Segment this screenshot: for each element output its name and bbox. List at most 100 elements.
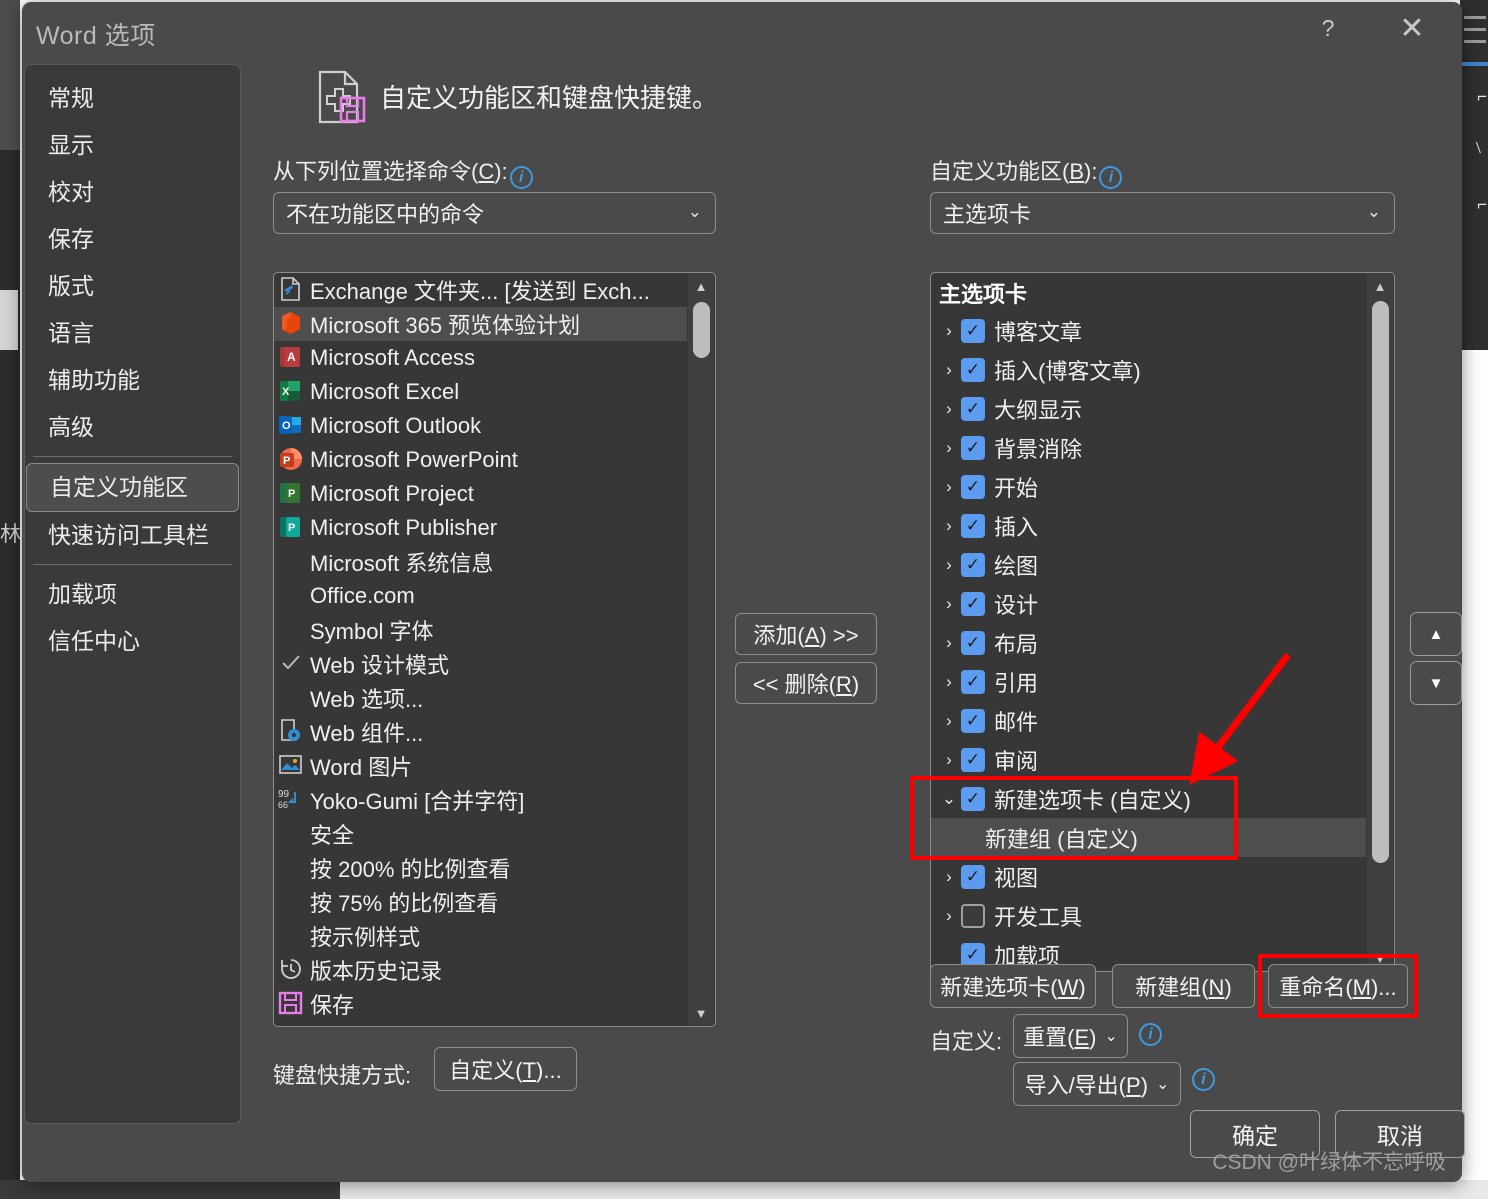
command-list-item[interactable]: P Microsoft PowerPoint: [274, 443, 687, 477]
ribbon-tree-item[interactable]: › ✓ 设计: [931, 584, 1366, 623]
ribbon-tree-item[interactable]: › ✓ 插入: [931, 506, 1366, 545]
command-list-item[interactable]: Web 组件...: [274, 715, 687, 749]
move-down-button[interactable]: ▼: [1410, 661, 1462, 705]
remove-button[interactable]: << 删除(R): [735, 662, 877, 704]
ribbon-tree-item[interactable]: › ✓ 开始: [931, 467, 1366, 506]
chevron-right-icon[interactable]: ›: [937, 516, 961, 536]
chevron-right-icon[interactable]: ›: [937, 750, 961, 770]
customize-keyboard-button[interactable]: 自定义(T)...: [434, 1047, 577, 1091]
command-list-item[interactable]: 版本历史记录: [274, 953, 687, 987]
sidebar-item-6[interactable]: 辅助功能: [25, 357, 240, 404]
command-list-item[interactable]: P Microsoft Publisher: [274, 511, 687, 545]
tree-item-checkbox[interactable]: ✓: [961, 513, 985, 538]
command-list-item[interactable]: Exchange 文件夹... [发送到 Exch...: [274, 273, 687, 307]
ribbon-tree-item[interactable]: › ✓ 插入(博客文章): [931, 350, 1366, 389]
tree-item-checkbox[interactable]: ✓: [961, 747, 985, 772]
tree-item-checkbox[interactable]: ✓: [961, 318, 985, 343]
command-list-item[interactable]: Symbol 字体: [274, 613, 687, 647]
chevron-right-icon[interactable]: ›: [937, 477, 961, 497]
chevron-right-icon[interactable]: ›: [937, 711, 961, 731]
ribbon-tree-item[interactable]: › ✓ 视图: [931, 857, 1366, 896]
command-list-item[interactable]: Microsoft 系统信息: [274, 545, 687, 579]
command-list-item[interactable]: Web 设计模式: [274, 647, 687, 681]
ribbon-tree-item[interactable]: › ✓ 博客文章: [931, 311, 1366, 350]
right-list-scrollbar[interactable]: ▲ ▼: [1367, 274, 1393, 970]
new-tab-button[interactable]: 新建选项卡(W): [930, 964, 1096, 1008]
sidebar-item-9[interactable]: 快速访问工具栏: [25, 512, 240, 559]
help-icon[interactable]: ?: [1306, 8, 1350, 48]
sidebar-item-5[interactable]: 语言: [25, 310, 240, 357]
ribbon-tree-item[interactable]: › ✓ 背景消除: [931, 428, 1366, 467]
chevron-right-icon[interactable]: ›: [937, 399, 961, 419]
rename-button[interactable]: 重命名(M)...: [1268, 964, 1408, 1008]
chevron-right-icon[interactable]: ›: [937, 321, 961, 341]
command-list-item[interactable]: Office.com: [274, 579, 687, 613]
info-icon-left[interactable]: i: [509, 166, 533, 189]
move-up-button[interactable]: ▲: [1410, 612, 1462, 656]
scroll-up-icon[interactable]: ▲: [688, 274, 714, 298]
chevron-right-icon[interactable]: ›: [937, 906, 961, 926]
ribbon-tree-item[interactable]: 新建组 (自定义): [931, 818, 1366, 857]
command-list-item[interactable]: Word 图片: [274, 749, 687, 783]
ribbon-scope-dropdown[interactable]: 主选项卡 ⌄: [930, 192, 1395, 234]
command-list-item[interactable]: A Microsoft Access: [274, 341, 687, 375]
info-icon-reset[interactable]: i: [1139, 1023, 1162, 1046]
command-source-dropdown[interactable]: 不在功能区中的命令 ⌄: [273, 192, 716, 234]
tree-item-checkbox[interactable]: ✓: [961, 435, 985, 460]
command-list-item[interactable]: 安全: [274, 817, 687, 851]
chevron-right-icon[interactable]: ›: [937, 867, 961, 887]
tree-item-checkbox[interactable]: ✓: [961, 396, 985, 421]
chevron-right-icon[interactable]: ›: [937, 360, 961, 380]
tree-item-checkbox[interactable]: ✓: [961, 591, 985, 616]
sidebar-item-11[interactable]: 信任中心: [25, 618, 240, 665]
tree-item-checkbox[interactable]: ✓: [961, 864, 985, 889]
new-group-button[interactable]: 新建组(N): [1112, 964, 1255, 1008]
ribbon-tree-item[interactable]: › ✓ 布局: [931, 623, 1366, 662]
import-export-button[interactable]: 导入/导出(P) ⌄: [1013, 1062, 1181, 1106]
tree-item-checkbox[interactable]: ✓: [961, 630, 985, 655]
command-list-item[interactable]: 按 200% 的比例查看: [274, 851, 687, 885]
chevron-right-icon[interactable]: ›: [937, 633, 961, 653]
scroll-down-icon[interactable]: ▼: [688, 1001, 714, 1025]
tree-item-checkbox[interactable]: ✓: [961, 786, 985, 811]
command-list-item[interactable]: Microsoft 365 预览体验计划: [274, 307, 687, 341]
command-list-item[interactable]: P Microsoft Project: [274, 477, 687, 511]
command-list-item[interactable]: 99 66 Yoko-Gumi [合并字符]: [274, 783, 687, 817]
ribbon-tree-item[interactable]: › ✓ 邮件: [931, 701, 1366, 740]
tree-item-checkbox[interactable]: ✓: [961, 552, 985, 577]
tree-item-checkbox[interactable]: ✓: [961, 942, 985, 967]
sidebar-item-10[interactable]: 加载项: [25, 571, 240, 618]
chevron-right-icon[interactable]: ›: [937, 555, 961, 575]
tree-item-checkbox[interactable]: ✓: [961, 708, 985, 733]
left-scroll-thumb[interactable]: [693, 302, 710, 358]
info-icon-import[interactable]: i: [1192, 1068, 1215, 1091]
tree-item-checkbox[interactable]: ✓: [961, 357, 985, 382]
tree-item-checkbox[interactable]: ✓: [961, 474, 985, 499]
ribbon-tree-item[interactable]: › ✓ 绘图: [931, 545, 1366, 584]
command-list-item[interactable]: Web 选项...: [274, 681, 687, 715]
sidebar-item-3[interactable]: 保存: [25, 216, 240, 263]
chevron-right-icon[interactable]: ›: [937, 672, 961, 692]
tree-item-checkbox[interactable]: ✓: [961, 669, 985, 694]
command-list-item[interactable]: 按 75% 的比例查看: [274, 885, 687, 919]
ribbon-tabs-tree[interactable]: 主选项卡 › ✓ 博客文章 › ✓ 插入(博客文章) › ✓ 大纲显示 › ✓ 背景消除 › ✓ 开始 › ✓ 插…: [930, 272, 1395, 972]
sidebar-item-8[interactable]: 自定义功能区: [26, 463, 239, 512]
close-icon[interactable]: ✕: [1390, 8, 1434, 48]
ribbon-tree-item[interactable]: ⌄ ✓ 新建选项卡 (自定义): [931, 779, 1366, 818]
ribbon-tree-item[interactable]: ›✓ 开发工具: [931, 896, 1366, 935]
scroll-up-icon-right[interactable]: ▲: [1367, 274, 1393, 298]
tree-item-checkbox[interactable]: ✓: [961, 903, 985, 928]
ribbon-tree-item[interactable]: › ✓ 引用: [931, 662, 1366, 701]
add-button[interactable]: 添加(A) >>: [735, 613, 877, 655]
sidebar-item-0[interactable]: 常规: [25, 75, 240, 122]
info-icon-right[interactable]: i: [1099, 166, 1123, 189]
command-list-item[interactable]: 按示例样式: [274, 919, 687, 953]
reset-button[interactable]: 重置(E) ⌄: [1013, 1014, 1128, 1058]
sidebar-item-4[interactable]: 版式: [25, 263, 240, 310]
sidebar-item-7[interactable]: 高级: [25, 404, 240, 451]
command-list-item[interactable]: X Microsoft Excel: [274, 375, 687, 409]
chevron-down-icon[interactable]: ⌄: [937, 789, 961, 809]
sidebar-item-1[interactable]: 显示: [25, 122, 240, 169]
ribbon-tree-item[interactable]: › ✓ 大纲显示: [931, 389, 1366, 428]
chevron-right-icon[interactable]: ›: [937, 438, 961, 458]
